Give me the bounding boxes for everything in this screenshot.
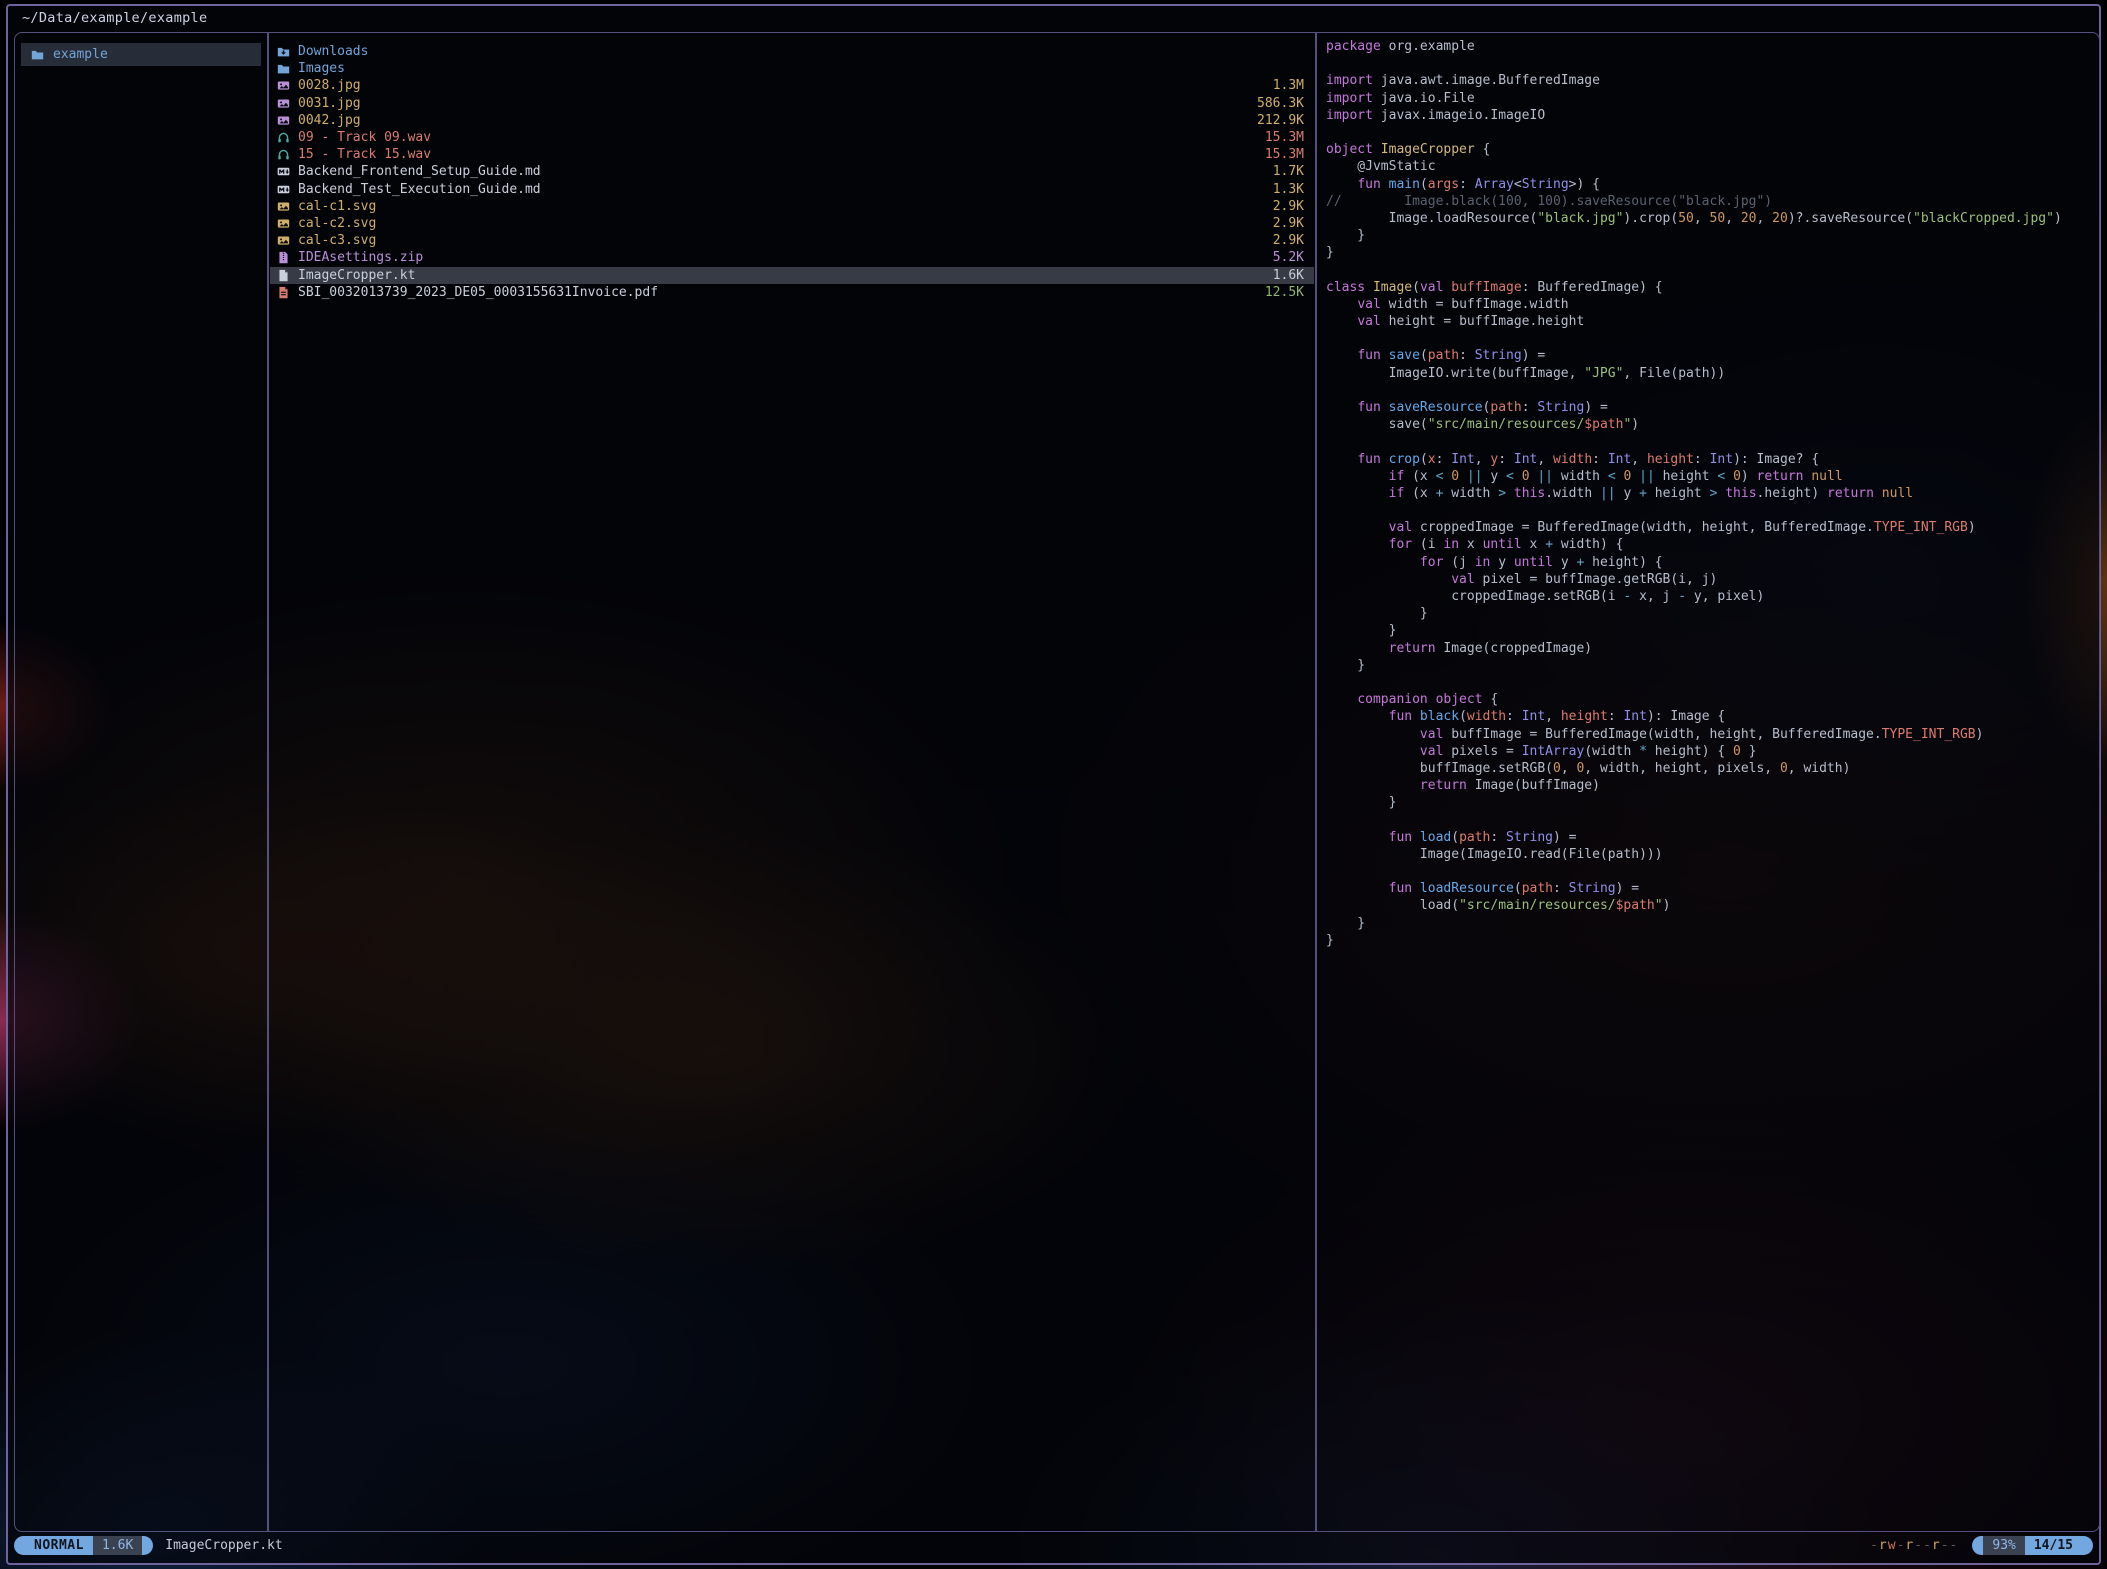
parent-dir-item-example[interactable]: example <box>21 43 261 66</box>
parent-pane: example <box>15 33 267 1531</box>
image-icon <box>277 200 290 213</box>
file-icon <box>277 269 290 282</box>
file-row[interactable]: 0042.jpg 212.9K <box>270 112 1314 129</box>
file-size: 15.3M <box>1265 130 1304 145</box>
file-name: IDEAsettings.zip <box>298 250 423 265</box>
file-row[interactable]: cal-c3.svg 2.9K <box>270 232 1314 249</box>
file-name: Images <box>298 61 345 76</box>
folder-icon <box>31 48 44 61</box>
file-size: 1.6K <box>1273 268 1304 283</box>
file-name: SBI_0032013739_2023_DE05_0003155631Invoi… <box>298 285 658 300</box>
file-name: cal-c3.svg <box>298 233 376 248</box>
file-name: 0031.jpg <box>298 96 361 111</box>
markdown-icon <box>277 165 290 178</box>
image-icon <box>277 79 290 92</box>
file-row[interactable]: SBI_0032013739_2023_DE05_0003155631Invoi… <box>270 284 1314 301</box>
pill-cap-left <box>1972 1536 1983 1555</box>
file-name: 0042.jpg <box>298 113 361 128</box>
file-size: 1.7K <box>1273 164 1304 179</box>
file-size: 12.5K <box>1265 285 1304 300</box>
file-row[interactable]: cal-c1.svg 2.9K <box>270 198 1314 215</box>
file-row[interactable]: Backend_Test_Execution_Guide.md 1.3K <box>270 181 1314 198</box>
yazi-pane-container: example Downloads Images 0028.jpg 1.3M 0… <box>14 32 2100 1532</box>
file-name: Backend_Frontend_Setup_Guide.md <box>298 164 541 179</box>
file-row[interactable]: Backend_Frontend_Setup_Guide.md 1.7K <box>270 163 1314 180</box>
file-row[interactable]: Images <box>270 60 1314 77</box>
file-row[interactable]: Downloads <box>270 43 1314 60</box>
file-size: 2.9K <box>1273 216 1304 231</box>
cursor-position: 14/15 <box>2025 1536 2082 1555</box>
file-row[interactable]: 09 - Track 09.wav 15.3M <box>270 129 1314 146</box>
scroll-percent: 93% <box>1983 1536 2024 1555</box>
pill-cap-left <box>14 1536 25 1555</box>
folder-download-icon <box>277 45 290 58</box>
position-pill: 93% 14/15 <box>1972 1536 2093 1555</box>
file-name: Backend_Test_Execution_Guide.md <box>298 182 541 197</box>
file-row[interactable]: 15 - Track 15.wav 15.3M <box>270 146 1314 163</box>
file-name: cal-c2.svg <box>298 216 376 231</box>
file-row[interactable]: IDEAsettings.zip 5.2K <box>270 249 1314 266</box>
file-size: 5.2K <box>1273 250 1304 265</box>
file-size: 1.3K <box>1273 182 1304 197</box>
file-row[interactable]: cal-c2.svg 2.9K <box>270 215 1314 232</box>
pdf-icon <box>277 286 290 299</box>
zip-icon <box>277 251 290 264</box>
folder-icon <box>277 62 290 75</box>
file-size: 1.3M <box>1273 78 1304 93</box>
audio-icon <box>277 131 290 144</box>
pill-cap-right <box>2082 1536 2093 1555</box>
markdown-icon <box>277 183 290 196</box>
current-file-name: ImageCropper.kt <box>165 1538 282 1553</box>
file-row[interactable]: 0031.jpg 586.3K <box>270 95 1314 112</box>
image-icon <box>277 97 290 110</box>
image-icon <box>277 217 290 230</box>
file-size: 212.9K <box>1257 113 1304 128</box>
image-icon <box>277 234 290 247</box>
file-list-pane: Downloads Images 0028.jpg 1.3M 0031.jpg … <box>269 33 1315 1531</box>
pill-cap-right <box>142 1536 153 1555</box>
file-name: Downloads <box>298 44 368 59</box>
file-size-indicator: 1.6K <box>93 1536 142 1555</box>
file-name: ImageCropper.kt <box>298 268 415 283</box>
mode-indicator: NORMAL <box>25 1536 93 1555</box>
file-size: 15.3M <box>1265 147 1304 162</box>
file-name: 0028.jpg <box>298 78 361 93</box>
path-breadcrumb: ~/Data/example/example <box>22 10 207 26</box>
file-size: 586.3K <box>1257 96 1304 111</box>
status-bar: NORMAL 1.6K ImageCropper.kt -rw-r--r-- 9… <box>14 1534 2093 1557</box>
file-permissions: -rw-r--r-- <box>1870 1538 1958 1553</box>
file-name: cal-c1.svg <box>298 199 376 214</box>
file-row[interactable]: 0028.jpg 1.3M <box>270 77 1314 94</box>
preview-pane: package org.example import java.awt.imag… <box>1317 33 2101 1531</box>
terminal-window: ~/Data/example/example example Downloads… <box>6 4 2101 1565</box>
parent-dir-label: example <box>53 47 108 62</box>
file-row[interactable]: ImageCropper.kt 1.6K <box>270 267 1314 284</box>
file-size: 2.9K <box>1273 199 1304 214</box>
image-icon <box>277 114 290 127</box>
code-preview: package org.example import java.awt.imag… <box>1326 38 2062 949</box>
mode-pill: NORMAL 1.6K <box>14 1536 153 1555</box>
status-bar-right: -rw-r--r-- 93% 14/15 <box>1870 1536 2093 1555</box>
file-size: 2.9K <box>1273 233 1304 248</box>
audio-icon <box>277 148 290 161</box>
file-name: 09 - Track 09.wav <box>298 130 431 145</box>
file-name: 15 - Track 15.wav <box>298 147 431 162</box>
